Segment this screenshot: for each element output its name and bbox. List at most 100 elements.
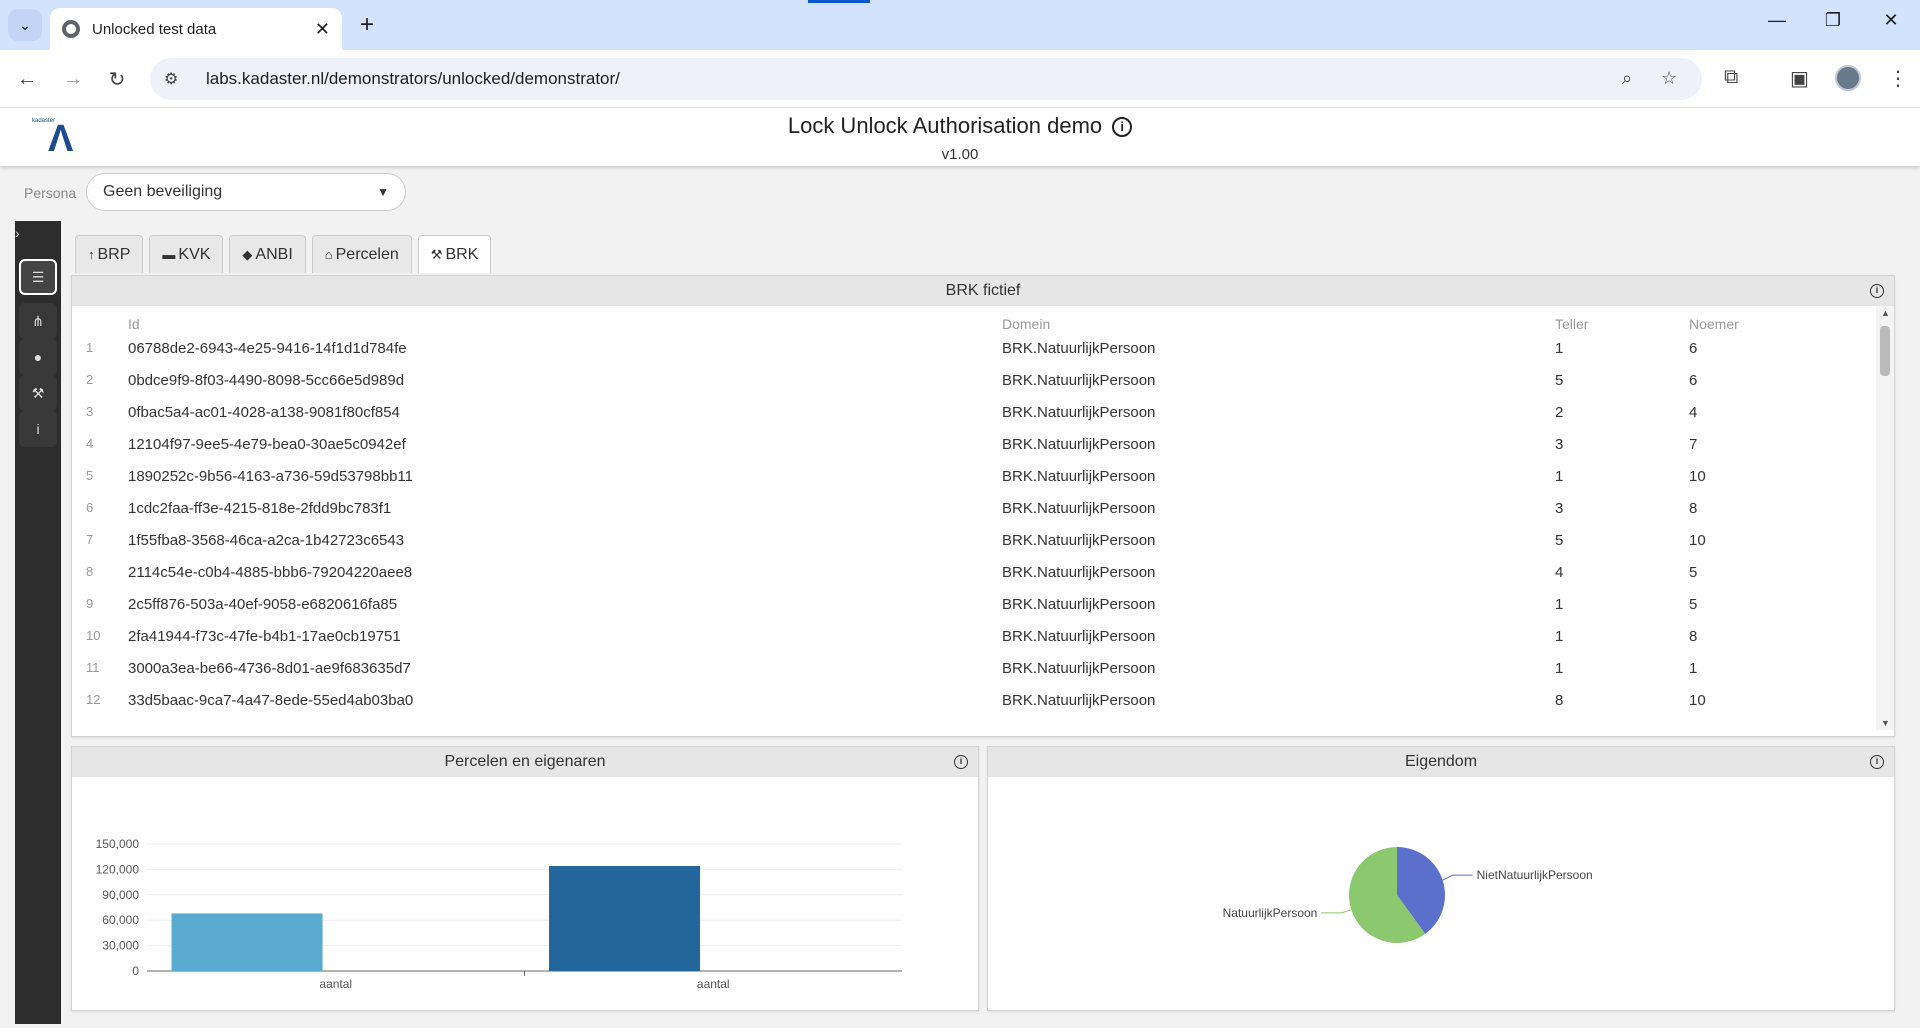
cell-domein: BRK.NatuurlijkPersoon bbox=[1002, 532, 1156, 549]
cell-teller: 3 bbox=[1555, 436, 1564, 453]
cell-domein: BRK.NatuurlijkPersoon bbox=[1002, 340, 1156, 357]
cell-id: 33d5baac-9ca7-4a47-8ede-55ed4ab03ba0 bbox=[128, 692, 414, 709]
scroll-down-icon[interactable]: ▼ bbox=[1881, 718, 1890, 728]
new-tab-button[interactable]: + bbox=[352, 10, 382, 40]
panel-title: BRK fictief bbox=[945, 282, 1021, 299]
reload-icon[interactable]: ↻ bbox=[102, 64, 132, 94]
cell-domein: BRK.NatuurlijkPersoon bbox=[1002, 628, 1156, 645]
sitemap-icon[interactable]: ⋔ bbox=[19, 303, 57, 339]
user-icon[interactable]: ● bbox=[19, 339, 57, 375]
cell-teller: 5 bbox=[1555, 372, 1564, 389]
profile-avatar[interactable] bbox=[1835, 65, 1861, 91]
cell-domein: BRK.NatuurlijkPersoon bbox=[1002, 500, 1156, 517]
cell-id: 0fbac5a4-ac01-4028-a138-9081f80cf854 bbox=[128, 404, 400, 421]
bar-chart: 0 30,000 60,000 90,000 120,000 150,000 aantal a… bbox=[96, 837, 902, 991]
cell-teller: 8 bbox=[1555, 692, 1564, 709]
browser-tab[interactable]: Unlocked test data ✕ bbox=[50, 8, 342, 50]
vertical-scrollbar[interactable]: ▲ ▼ bbox=[1876, 306, 1894, 730]
scroll-up-icon[interactable]: ▲ bbox=[1881, 308, 1890, 318]
table-row[interactable]: 6 1cdc2faa-ff3e-4215-818e-2fdd9bc783f1 BRK… bbox=[72, 492, 1882, 524]
table-row[interactable]: 8 2114c54e-c0b4-4885-bbb6-79204220aee8 BRK… bbox=[72, 556, 1882, 588]
cell-domein: BRK.NatuurlijkPersoon bbox=[1002, 564, 1156, 581]
extensions-icon[interactable]: ⧉ bbox=[1724, 66, 1738, 89]
table-row[interactable]: 7 1f55fba8-3568-46ca-a2ca-1b42723c6543 BRK… bbox=[72, 524, 1882, 556]
url-text[interactable]: labs.kadaster.nl/demonstrators/unlocked/… bbox=[206, 69, 620, 89]
panel-header: BRK fictief i bbox=[72, 276, 1894, 306]
tab-search-chevron-icon[interactable]: ⌄ bbox=[8, 9, 42, 41]
address-bar[interactable]: ⚙ labs.kadaster.nl/demonstrators/unlocke… bbox=[150, 58, 1702, 100]
cell-noemer: 8 bbox=[1689, 628, 1698, 645]
gavel-icon[interactable]: ⚒ bbox=[19, 375, 57, 411]
cell-id: 12104f97-9ee5-4e79-bea0-30ae5c0942ef bbox=[128, 436, 406, 453]
y-tick-label: 0 bbox=[132, 964, 139, 978]
close-tab-icon[interactable]: ✕ bbox=[315, 19, 330, 40]
cell-noemer: 6 bbox=[1689, 340, 1698, 357]
column-header-teller[interactable]: Teller bbox=[1555, 316, 1588, 332]
data-grid[interactable]: Id Domein Teller Noemer 1 06788de2-6943-4… bbox=[72, 306, 1894, 730]
sidebar: › ☰ ⋔ ● ⚒ i bbox=[15, 221, 61, 1024]
cell-noemer: 5 bbox=[1689, 596, 1698, 613]
column-header-domein[interactable]: Domein bbox=[1002, 316, 1050, 332]
persona-label: Persona bbox=[24, 185, 77, 201]
table-row[interactable]: 4 12104f97-9ee5-4e79-bea0-30ae5c0942ef BRK… bbox=[72, 428, 1882, 460]
side-panel-icon[interactable]: ▣ bbox=[1790, 66, 1809, 91]
info-sidebar-icon[interactable]: i bbox=[19, 411, 57, 447]
cell-id: 2c5ff876-503a-40ef-9058-e6820616fa85 bbox=[128, 596, 398, 613]
zoom-icon[interactable]: ⌕ bbox=[1622, 68, 1632, 89]
forward-icon[interactable]: → bbox=[58, 64, 88, 94]
cell-domein: BRK.NatuurlijkPersoon bbox=[1002, 468, 1156, 485]
browser-tab-title: Unlocked test data bbox=[92, 20, 217, 38]
table-row[interactable]: 3 0fbac5a4-ac01-4028-a138-9081f80cf854 BRK… bbox=[72, 396, 1882, 428]
restore-icon[interactable]: ❐ bbox=[1818, 10, 1848, 31]
minimize-icon[interactable]: — bbox=[1762, 10, 1792, 31]
tab-percelen[interactable]: ⌂ Percelen bbox=[311, 235, 412, 273]
y-tick-label: 90,000 bbox=[102, 888, 139, 902]
database-icon[interactable]: ☰ bbox=[19, 259, 57, 295]
row-number: 10 bbox=[86, 628, 101, 643]
row-number: 9 bbox=[86, 596, 94, 611]
table-row[interactable]: 9 2c5ff876-503a-40ef-9058-e6820616fa85 BRK… bbox=[72, 588, 1882, 620]
cell-teller: 1 bbox=[1555, 596, 1564, 613]
arrow-up-icon: ↑ bbox=[88, 247, 95, 262]
page-title: Lock Unlock Authorisation demo i bbox=[0, 113, 1920, 139]
site-settings-icon[interactable]: ⚙ bbox=[164, 69, 186, 89]
bar[interactable] bbox=[171, 913, 323, 971]
cell-id: 0bdce9f9-8f03-4490-8098-5cc66e5d989d bbox=[128, 372, 405, 389]
table-row[interactable]: 1 06788de2-6943-4e25-9416-14f1d1d784fe BRK… bbox=[72, 332, 1882, 364]
cell-noemer: 1 bbox=[1689, 660, 1698, 677]
row-number: 7 bbox=[86, 532, 94, 547]
table-row[interactable]: 11 3000a3ea-be66-4736-8d01-ae9f683635d7 BR… bbox=[72, 652, 1882, 684]
panel-title: Eigendom bbox=[1404, 753, 1478, 770]
table-row[interactable]: 2 0bdce9f9-8f03-4490-8098-5cc66e5d989d BRK… bbox=[72, 364, 1882, 396]
scrollbar-thumb[interactable] bbox=[1880, 326, 1890, 376]
bookmark-star-icon[interactable]: ☆ bbox=[1661, 68, 1677, 89]
bar[interactable] bbox=[549, 866, 701, 971]
menu-kebab-icon[interactable]: ⋮ bbox=[1888, 66, 1908, 91]
table-row[interactable]: 5 1890252c-9b56-4163-a736-59d53798bb11 BRK… bbox=[72, 460, 1882, 492]
info-icon[interactable]: i bbox=[1870, 755, 1884, 769]
tab-kvk[interactable]: ▬ KVK bbox=[149, 235, 224, 273]
column-header-id[interactable]: Id bbox=[128, 316, 140, 332]
window-close-icon[interactable]: ✕ bbox=[1876, 10, 1906, 31]
tab-brk[interactable]: ⚒ BRK bbox=[417, 235, 492, 273]
gavel-tab-icon: ⚒ bbox=[430, 246, 443, 262]
x-tick-label: aantal bbox=[319, 977, 352, 991]
cell-id: 1f55fba8-3568-46ca-a2ca-1b42723c6543 bbox=[128, 532, 405, 549]
info-icon[interactable]: i bbox=[1870, 284, 1884, 298]
back-icon[interactable]: ← bbox=[12, 64, 42, 94]
briefcase-icon: ▬ bbox=[162, 247, 176, 262]
cell-noemer: 10 bbox=[1689, 692, 1706, 709]
tab-anbi[interactable]: ◆ ANBI bbox=[229, 235, 306, 273]
info-icon[interactable]: i bbox=[1112, 117, 1133, 137]
info-icon[interactable]: i bbox=[954, 755, 968, 769]
cell-teller: 1 bbox=[1555, 660, 1564, 677]
tab-brp[interactable]: ↑ BRP bbox=[75, 235, 144, 273]
pie-slice-label: NietNatuurlijkPersoon bbox=[1477, 868, 1593, 882]
column-header-noemer[interactable]: Noemer bbox=[1689, 316, 1739, 332]
expand-sidebar-icon[interactable]: › bbox=[15, 225, 29, 241]
table-row[interactable]: 10 2fa41944-f73c-47fe-b4b1-17ae0cb19751 BR… bbox=[72, 620, 1882, 652]
persona-select[interactable]: Geen beveiliging ▼ bbox=[86, 173, 406, 211]
table-row[interactable]: 12 33d5baac-9ca7-4a47-8ede-55ed4ab03ba0 BR… bbox=[72, 684, 1882, 716]
row-number: 2 bbox=[86, 372, 94, 387]
globe-icon bbox=[62, 20, 80, 38]
